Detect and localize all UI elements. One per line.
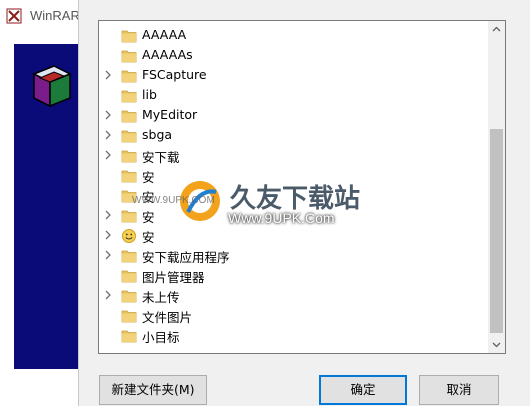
chevron-down-icon bbox=[492, 342, 501, 348]
chevron-right-icon[interactable] bbox=[103, 129, 113, 141]
chevron-right-icon[interactable] bbox=[103, 249, 113, 261]
watermark: 久友下载站 Www.9UPK.Com WWW.9UPK.COM bbox=[132, 178, 418, 230]
chevron-right-icon[interactable] bbox=[103, 149, 113, 161]
folder-icon bbox=[121, 208, 137, 223]
folder-icon bbox=[121, 68, 137, 83]
folder-label: 安 bbox=[142, 230, 155, 245]
folder-label: 安下载应用程序 bbox=[142, 250, 230, 265]
folder-tree-item[interactable]: MyEditor bbox=[99, 105, 479, 125]
winrar-app-icon bbox=[6, 8, 22, 24]
winrar-books-logo-icon bbox=[30, 62, 76, 122]
folder-icon bbox=[121, 28, 137, 43]
watermark-url: Www.9UPK.Com bbox=[228, 210, 335, 226]
chevron-right-icon[interactable] bbox=[103, 209, 113, 221]
new-folder-button[interactable]: 新建文件夹(M) bbox=[99, 375, 207, 405]
folder-icon bbox=[121, 128, 137, 143]
watermark-small-url: WWW.9UPK.COM bbox=[132, 195, 215, 206]
folder-icon bbox=[121, 108, 137, 123]
chevron-right-icon[interactable] bbox=[103, 289, 113, 301]
chevron-right-icon[interactable] bbox=[103, 109, 113, 121]
folder-label: 未上传 bbox=[142, 290, 180, 305]
folder-tree-item[interactable]: 安下载 bbox=[99, 145, 479, 165]
cancel-button[interactable]: 取消 bbox=[419, 375, 499, 405]
folder-label: 小目标 bbox=[142, 330, 180, 345]
folder-label: AAAAAs bbox=[142, 47, 193, 62]
winrar-window: WinRAR bbox=[0, 0, 90, 406]
folder-tree-item[interactable]: 图片管理器 bbox=[99, 265, 479, 285]
folder-label: lib bbox=[142, 87, 157, 102]
folder-label: 安下载 bbox=[142, 150, 180, 165]
chevron-right-icon[interactable] bbox=[103, 229, 113, 241]
folder-label: 安 bbox=[142, 210, 155, 225]
folder-tree-item[interactable]: 安下载应用程序 bbox=[99, 245, 479, 265]
folder-tree-item[interactable]: 未上传 bbox=[99, 285, 479, 305]
chevron-right-icon[interactable] bbox=[103, 69, 113, 81]
folder-label: 图片管理器 bbox=[142, 270, 205, 285]
folder-icon bbox=[121, 248, 137, 263]
ok-button[interactable]: 确定 bbox=[319, 375, 407, 405]
folder-tree-item[interactable]: AAAAA bbox=[99, 25, 479, 45]
scroll-down-button[interactable] bbox=[488, 336, 505, 353]
folder-icon bbox=[121, 288, 137, 303]
winrar-banner bbox=[14, 44, 80, 369]
winrar-titlebar: WinRAR bbox=[0, 0, 90, 32]
folder-icon bbox=[121, 268, 137, 283]
scroll-thumb[interactable] bbox=[490, 129, 503, 333]
folder-tree-item[interactable]: AAAAAs bbox=[99, 45, 479, 65]
winrar-title: WinRAR bbox=[30, 8, 80, 23]
folder-label: MyEditor bbox=[142, 107, 198, 122]
folder-icon bbox=[121, 148, 137, 163]
chevron-up-icon bbox=[492, 26, 501, 32]
scroll-up-button[interactable] bbox=[488, 21, 505, 38]
folder-icon bbox=[121, 88, 137, 103]
folder-tree-item[interactable]: 文件图片 bbox=[99, 305, 479, 325]
vertical-scrollbar[interactable] bbox=[488, 21, 505, 353]
folder-label: FSCapture bbox=[142, 67, 207, 82]
folder-icon bbox=[121, 168, 137, 183]
folder-label: 安 bbox=[142, 170, 155, 185]
folder-icon bbox=[121, 328, 137, 343]
folder-label: 文件图片 bbox=[142, 310, 193, 325]
folder-tree-item[interactable]: lib bbox=[99, 85, 479, 105]
folder-label: sbga bbox=[142, 127, 173, 142]
folder-tree-item[interactable]: sbga bbox=[99, 125, 479, 145]
folder-tree-item[interactable]: FSCapture bbox=[99, 65, 479, 85]
folder-label: AAAAA bbox=[142, 27, 187, 42]
folder-icon bbox=[121, 48, 137, 63]
smiley-folder-icon bbox=[121, 228, 137, 243]
folder-icon bbox=[121, 308, 137, 323]
folder-tree-item[interactable]: 小目标 bbox=[99, 325, 479, 345]
